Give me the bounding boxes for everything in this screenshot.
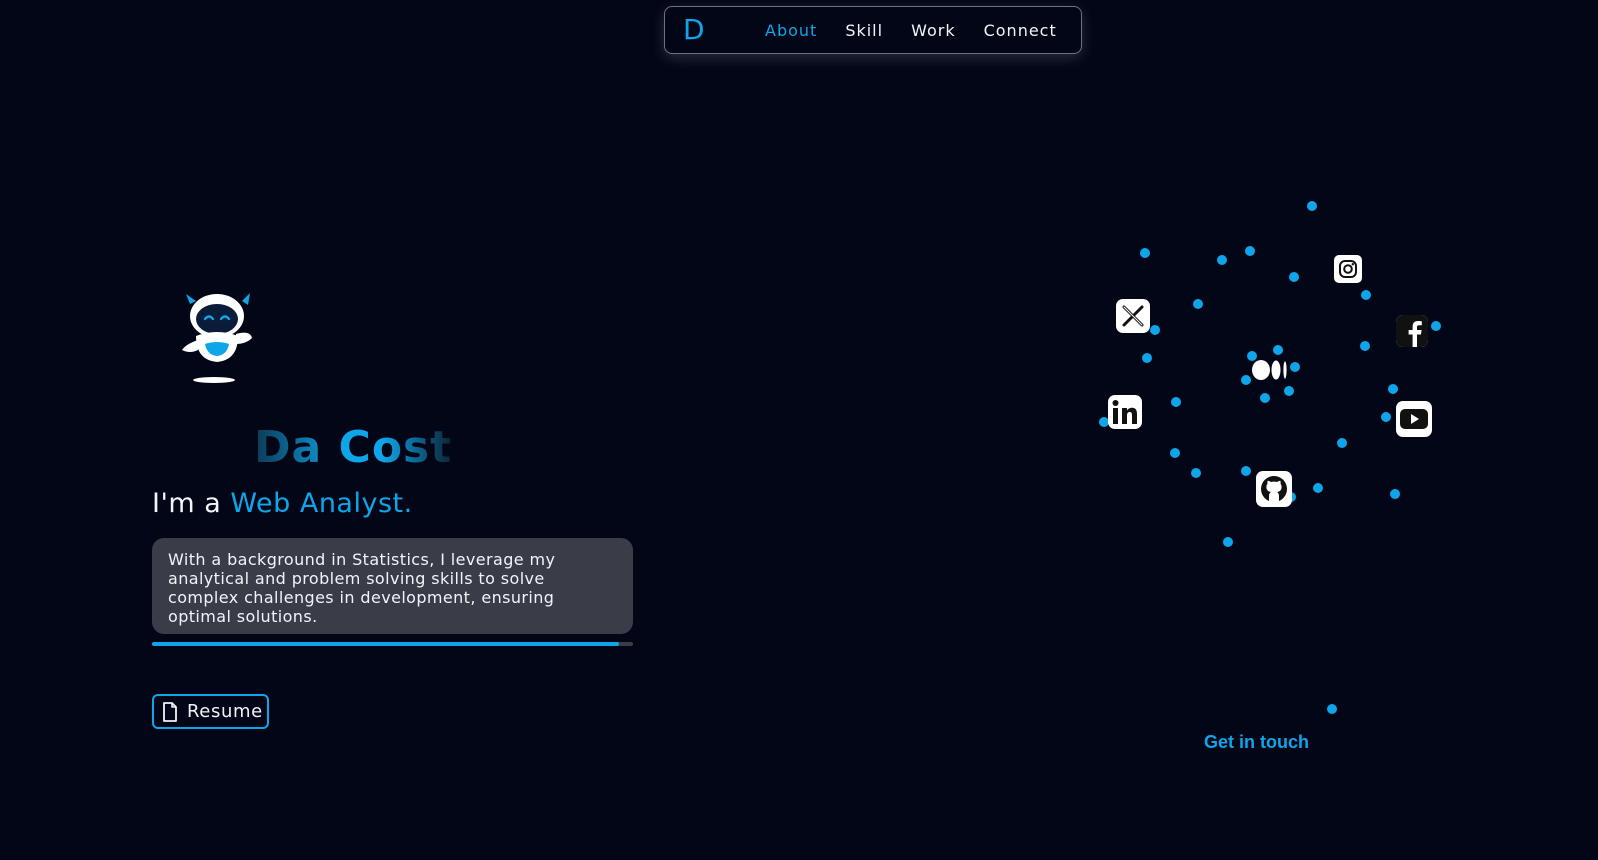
instagram-icon[interactable] — [1334, 255, 1362, 283]
resume-button[interactable]: Resume — [152, 694, 269, 729]
progress-track — [152, 642, 633, 646]
hero-name: Da Cost — [254, 422, 453, 473]
get-in-touch-link[interactable]: Get in touch — [1204, 732, 1309, 753]
bio-card: With a background in Statistics, I lever… — [152, 538, 633, 634]
nav-link-about[interactable]: About — [765, 21, 817, 40]
hero-role: I'm a Web Analyst. — [152, 488, 413, 519]
github-icon[interactable] — [1256, 471, 1292, 507]
logo[interactable]: D — [683, 13, 705, 47]
progress-fill — [152, 642, 619, 646]
social-cloud — [1090, 190, 1450, 760]
linkedin-icon[interactable] — [1108, 395, 1142, 429]
role-value: Web Analyst. — [230, 488, 413, 519]
facebook-icon[interactable] — [1396, 315, 1428, 347]
nav-links: About Skill Work Connect — [765, 7, 1085, 53]
top-navbar: D About Skill Work Connect — [664, 6, 1082, 54]
robot-mascot-icon — [182, 293, 252, 383]
resume-label: Resume — [187, 701, 263, 722]
role-prefix: I'm a — [152, 488, 231, 519]
x-icon[interactable] — [1116, 299, 1150, 333]
nav-link-connect[interactable]: Connect — [984, 21, 1057, 40]
medium-icon[interactable] — [1252, 359, 1288, 381]
nav-link-skill[interactable]: Skill — [845, 21, 883, 40]
youtube-icon[interactable] — [1396, 401, 1432, 437]
file-icon — [163, 701, 177, 722]
bio-text: With a background in Statistics, I lever… — [168, 550, 556, 626]
nav-link-work[interactable]: Work — [911, 21, 956, 40]
